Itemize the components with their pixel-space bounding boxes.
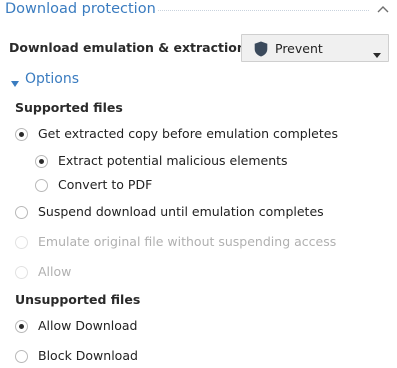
section-title: Download protection	[5, 1, 156, 17]
radio-label: Extract potential malicious elements	[58, 153, 288, 168]
radio-allow-download[interactable]	[15, 320, 28, 333]
radio-allow[interactable]	[15, 266, 28, 279]
radio-label: Get extracted copy before emulation comp…	[38, 126, 338, 141]
supported-files-title: Supported files	[15, 100, 123, 115]
caret-down-icon	[373, 46, 381, 58]
radio-label: Block Download	[38, 348, 138, 363]
shield-icon	[254, 41, 268, 57]
options-expand-icon[interactable]	[11, 75, 19, 87]
radio-label: Allow	[38, 264, 72, 279]
dropdown-value: Prevent	[275, 41, 323, 56]
radio-suspend-download[interactable]	[15, 206, 28, 219]
options-toggle[interactable]: Options	[25, 71, 79, 87]
chevron-up-icon[interactable]	[376, 3, 390, 15]
radio-label: Allow Download	[38, 318, 138, 333]
radio-extracted-copy[interactable]	[15, 128, 28, 141]
radio-label: Suspend download until emulation complet…	[38, 204, 324, 219]
radio-convert-pdf[interactable]	[35, 179, 48, 192]
radio-block-download[interactable]	[15, 350, 28, 363]
radio-extract-malicious[interactable]	[35, 155, 48, 168]
radio-label: Convert to PDF	[58, 177, 153, 192]
radio-label: Emulate original file without suspending…	[38, 234, 337, 249]
radio-emulate-original[interactable]	[15, 236, 28, 249]
emulation-label: Download emulation & extraction	[9, 40, 246, 55]
emulation-mode-dropdown[interactable]: Prevent	[241, 34, 389, 62]
unsupported-files-title: Unsupported files	[15, 292, 141, 307]
section-divider	[158, 10, 369, 11]
